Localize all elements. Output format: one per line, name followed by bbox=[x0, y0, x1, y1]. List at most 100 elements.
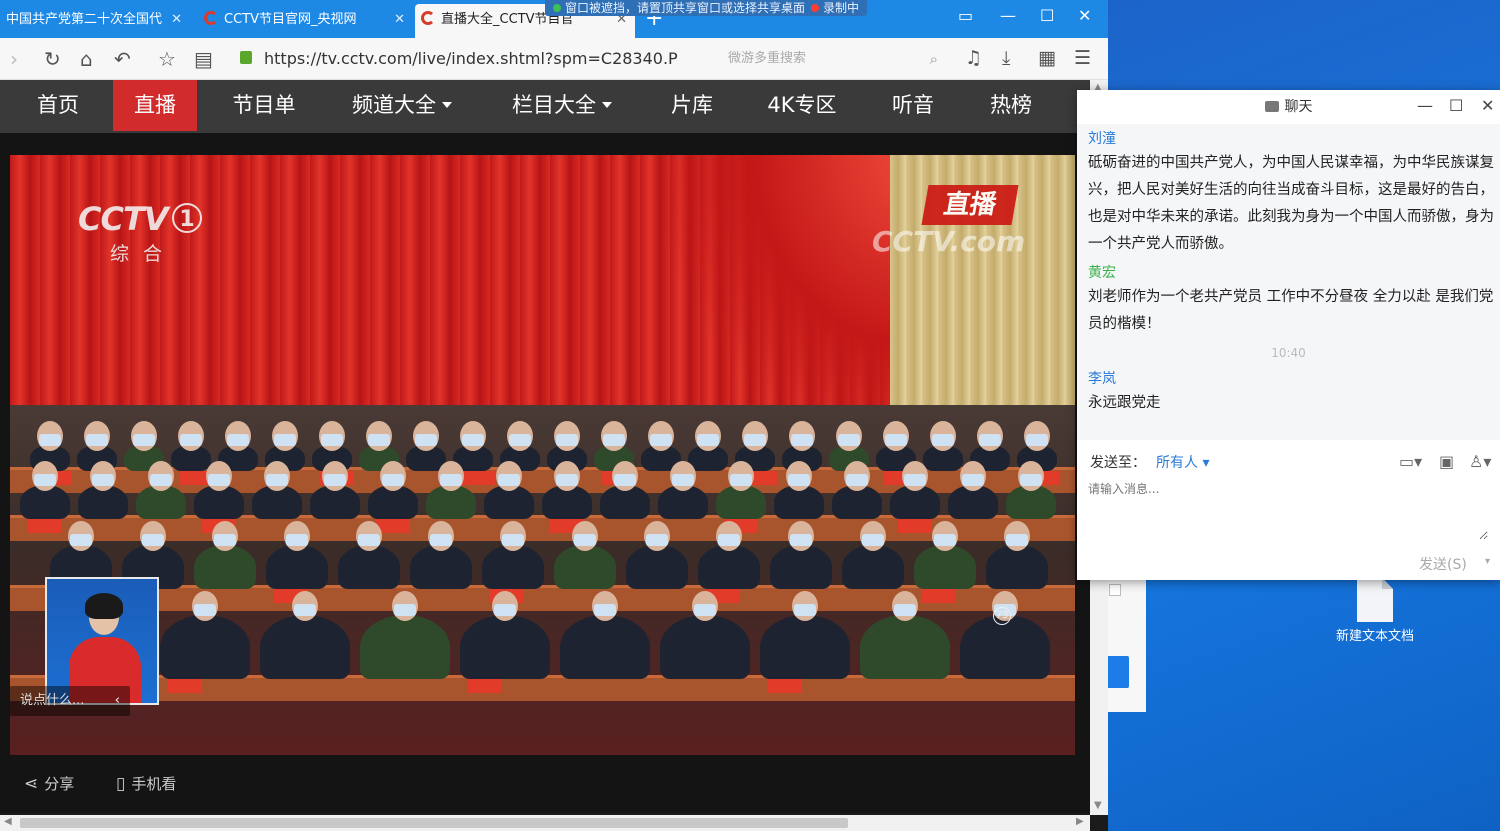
maximize-icon[interactable]: ☐ bbox=[1449, 96, 1463, 115]
refresh-icon[interactable]: ↻ bbox=[44, 47, 61, 71]
nav-channels[interactable]: 频道大全 bbox=[342, 80, 462, 131]
recording-text: 录制中 bbox=[823, 1, 860, 15]
send-button[interactable]: 发送(S) bbox=[1419, 554, 1467, 574]
attendee bbox=[658, 485, 708, 519]
screenshot-icon[interactable]: ▣ bbox=[1439, 452, 1454, 471]
attendee bbox=[78, 485, 128, 519]
star-icon[interactable]: ☆ bbox=[158, 47, 176, 71]
sidebar-toggle-icon[interactable]: ▭ bbox=[958, 6, 973, 25]
attendee bbox=[923, 445, 963, 471]
nav-live[interactable]: 直播 bbox=[113, 80, 197, 131]
live-video-frame[interactable]: CCTV 1 综合 直播 CCTV.com 73 bbox=[10, 155, 1075, 755]
close-icon[interactable]: ✕ bbox=[1481, 96, 1494, 115]
nav-library[interactable]: 片库 bbox=[660, 80, 724, 131]
attendee bbox=[914, 545, 976, 589]
recipient-value: 所有人 bbox=[1156, 455, 1198, 471]
horizontal-scrollbar[interactable]: ◀ ▶ bbox=[0, 815, 1090, 831]
phone-icon: ▯ bbox=[116, 774, 126, 794]
tab-label: 中国共产党第二十次全国代 bbox=[6, 12, 163, 27]
attendee bbox=[460, 615, 550, 679]
search-placeholder: 微游多重搜索 bbox=[728, 51, 807, 66]
scroll-left-icon[interactable]: ◀ bbox=[4, 816, 12, 827]
search-icon[interactable]: ⌕ bbox=[930, 46, 938, 72]
seat-number: 73 bbox=[993, 607, 1011, 625]
attendee bbox=[960, 615, 1050, 679]
close-window-icon[interactable]: ✕ bbox=[1078, 6, 1091, 25]
attendee bbox=[842, 545, 904, 589]
attendee bbox=[266, 545, 328, 589]
nav-label: 节目单 bbox=[232, 93, 296, 117]
close-icon[interactable]: ✕ bbox=[171, 4, 182, 36]
attendee bbox=[482, 545, 544, 589]
message-text: 永远跟党走 bbox=[1088, 395, 1161, 411]
attendee bbox=[194, 545, 256, 589]
channel-logo-text: CCTV bbox=[78, 200, 169, 238]
cctv-watermark: CCTV.com bbox=[872, 225, 1026, 258]
undo-icon[interactable]: ↶ bbox=[114, 47, 131, 71]
attendee bbox=[760, 615, 850, 679]
share-button[interactable]: ⋖ 分享 bbox=[24, 773, 74, 794]
download-icon[interactable]: ⤓ bbox=[1002, 47, 1010, 69]
attendee bbox=[770, 545, 832, 589]
attendee bbox=[426, 485, 476, 519]
attendee bbox=[171, 445, 211, 471]
apps-icon[interactable]: ▦ bbox=[1038, 47, 1056, 69]
attendee bbox=[194, 485, 244, 519]
nav-label: 听音 bbox=[892, 93, 934, 117]
message-sender: 李岚 bbox=[1088, 371, 1116, 387]
record-dot-icon bbox=[811, 4, 820, 12]
video-player: CCTV 1 综合 直播 CCTV.com 73 说点什么... ‹ ⋖ 分享 ▯ 手机… bbox=[0, 133, 1090, 813]
nav-4k[interactable]: 4K专区 bbox=[758, 80, 846, 131]
tab-cctv-programs[interactable]: CCTV节目官网_央视网 ✕ bbox=[198, 4, 413, 38]
scroll-down-icon[interactable]: ▼ bbox=[1094, 800, 1102, 811]
folder-icon[interactable]: ▭▾ bbox=[1399, 452, 1422, 471]
forward-icon[interactable]: › bbox=[10, 47, 18, 71]
scroll-right-icon[interactable]: ▶ bbox=[1076, 816, 1084, 827]
nav-hot[interactable]: 热榜 bbox=[978, 80, 1044, 131]
sharing-icon bbox=[553, 4, 561, 12]
home-icon[interactable]: ⌂ bbox=[80, 47, 93, 71]
share-warning-text: 窗口被遮挡，请置顶共享窗口或选择共享桌面 bbox=[565, 1, 806, 15]
blue-button[interactable] bbox=[1107, 656, 1129, 688]
url-field[interactable]: https://tv.cctv.com/live/index.shtml?spm… bbox=[232, 44, 724, 74]
attendee bbox=[368, 485, 418, 519]
share-icon: ⋖ bbox=[24, 774, 39, 794]
chevron-down-icon[interactable]: ▾ bbox=[1485, 556, 1490, 567]
attendee bbox=[310, 485, 360, 519]
send-to-row: 发送至： 所有人 ▾ bbox=[1090, 452, 1209, 472]
nav-audio[interactable]: 听音 bbox=[880, 80, 946, 131]
nav-columns[interactable]: 栏目大全 bbox=[502, 80, 622, 131]
close-icon[interactable]: ✕ bbox=[394, 4, 405, 36]
nav-schedule[interactable]: 节目单 bbox=[220, 80, 308, 131]
channel-subtitle: 综合 bbox=[110, 243, 177, 265]
tab-party-congress[interactable]: 中国共产党第二十次全国代 ✕ bbox=[0, 4, 190, 38]
attendee bbox=[986, 545, 1048, 589]
minimize-icon[interactable]: — bbox=[1000, 6, 1016, 25]
nav-label: 频道大全 bbox=[352, 93, 436, 117]
comment-input[interactable]: 说点什么... ‹ bbox=[10, 686, 130, 716]
maximize-icon[interactable]: ☐ bbox=[1040, 6, 1054, 25]
nav-label: 片库 bbox=[671, 93, 713, 117]
mobile-watch-button[interactable]: ▯ 手机看 bbox=[116, 773, 176, 794]
name-card bbox=[468, 679, 502, 693]
minimize-icon[interactable]: — bbox=[1417, 96, 1433, 115]
menu-icon[interactable]: ☰ bbox=[1074, 47, 1091, 69]
chevron-left-icon[interactable]: ‹ bbox=[115, 686, 120, 716]
channel-number: 1 bbox=[171, 203, 202, 233]
attendee bbox=[260, 615, 350, 679]
chevron-down-icon bbox=[602, 102, 612, 108]
checkbox[interactable] bbox=[1109, 584, 1121, 596]
search-input[interactable]: 微游多重搜索 ⌕ bbox=[722, 46, 944, 72]
nav-home[interactable]: 首页 bbox=[20, 80, 96, 131]
user-icon[interactable]: ♙▾ bbox=[1469, 452, 1491, 471]
reader-icon[interactable]: ▤ bbox=[194, 47, 213, 71]
attendee bbox=[626, 545, 688, 589]
notification-icon[interactable]: ♫ bbox=[965, 47, 982, 69]
chat-input[interactable] bbox=[1088, 480, 1488, 540]
desktop-file-icon[interactable]: 新建文本文档 bbox=[1330, 578, 1420, 645]
name-card bbox=[168, 679, 202, 693]
scrollbar-thumb[interactable] bbox=[20, 818, 848, 828]
desktop-file-label: 新建文本文档 bbox=[1335, 629, 1414, 644]
attendee bbox=[890, 485, 940, 519]
recipient-select[interactable]: 所有人 ▾ bbox=[1156, 455, 1209, 471]
